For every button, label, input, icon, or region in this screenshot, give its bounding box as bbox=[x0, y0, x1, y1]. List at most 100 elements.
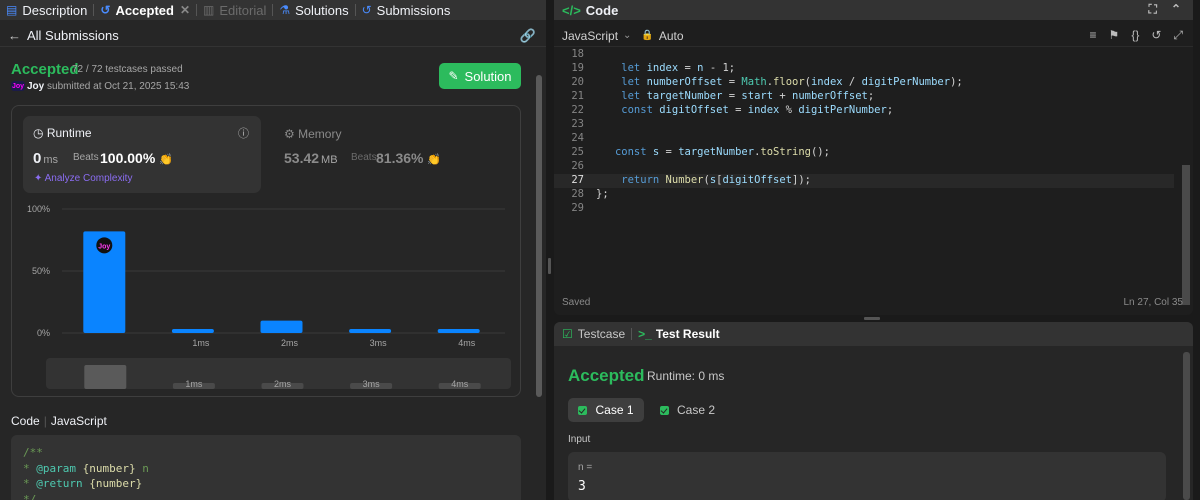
tab-solutions[interactable]: ⚗ Solutions bbox=[273, 0, 354, 20]
document-icon: ▤ bbox=[6, 3, 18, 17]
solution-button[interactable]: ✎ Solution bbox=[439, 63, 521, 89]
chart-bar bbox=[171, 329, 214, 333]
runtime-distribution-chart: 100% 50% 0% Joy 1ms 2ms 3ms 4ms 1ms 2ms 3ms 4ms bbox=[27, 204, 511, 389]
memory-tab[interactable]: ⚙ Memory bbox=[284, 127, 341, 141]
code-line: * @return {number} bbox=[23, 477, 143, 490]
tab-submissions[interactable]: ↺ Submissions bbox=[356, 0, 457, 20]
runtime-card[interactable]: ◷ Runtime ⓘ 0 ms Beats 100.00% 👏 ✦ Analyz… bbox=[23, 116, 261, 193]
editor-title: Code bbox=[585, 2, 619, 18]
test-panel-scrollbar[interactable] bbox=[1183, 352, 1190, 500]
clap-icon: 👏 bbox=[427, 154, 442, 166]
line-number: 21 bbox=[571, 90, 584, 102]
code-editor[interactable]: 18 19 let index = n - 1; 20 let numberOf… bbox=[554, 48, 1193, 218]
minimap-bar bbox=[84, 365, 127, 389]
reset-icon[interactable]: ↺ bbox=[1151, 28, 1161, 43]
test-panel-header: ☑ Testcase >_ Test Result bbox=[554, 322, 1193, 346]
runtime-value: 0 ms bbox=[33, 150, 59, 167]
test-panel: ☑ Testcase >_ Test Result Accepted Runtim… bbox=[554, 322, 1193, 500]
auto-mode[interactable]: Auto bbox=[659, 29, 684, 43]
tab-accepted[interactable]: ↺ Accepted ✕ bbox=[94, 0, 196, 20]
test-result-status: Accepted bbox=[568, 366, 645, 385]
minimap-label: 3ms bbox=[363, 379, 381, 389]
language-select[interactable]: JavaScript bbox=[562, 29, 618, 43]
book-icon: ▥ bbox=[203, 3, 215, 17]
runtime-label: ◷ Runtime bbox=[33, 126, 92, 140]
check-icon bbox=[578, 405, 588, 415]
case-1-button[interactable]: Case 1 bbox=[568, 398, 644, 422]
scrollbar[interactable] bbox=[536, 75, 542, 397]
braces-icon[interactable]: {} bbox=[1131, 28, 1139, 43]
code-language: JavaScript bbox=[50, 414, 107, 428]
code-text: return Number(s[digitOffset]); bbox=[596, 174, 811, 186]
memory-value: 53.42 MB bbox=[284, 150, 338, 166]
maximize-icon[interactable]: ⛶ bbox=[1149, 2, 1157, 17]
input-value: 3 bbox=[578, 479, 586, 494]
line-number: 26 bbox=[571, 160, 584, 172]
analyze-complexity-link[interactable]: ✦ Analyze Complexity bbox=[34, 173, 132, 184]
tab-test-result[interactable]: >_ Test Result bbox=[638, 327, 719, 341]
tab-label: Solutions bbox=[295, 2, 349, 18]
runtime-beats-label: Beats bbox=[73, 152, 99, 163]
all-submissions-link[interactable]: All Submissions bbox=[27, 28, 119, 43]
line-number: 23 bbox=[571, 118, 584, 130]
tab-testcase[interactable]: Testcase bbox=[578, 327, 625, 341]
editor-line: 26 bbox=[554, 160, 1174, 174]
cursor-position: Ln 27, Col 35 bbox=[1123, 297, 1184, 308]
minimap-label: 4ms bbox=[451, 379, 469, 389]
tab-description[interactable]: ▤ Description bbox=[0, 0, 93, 20]
left-panel: ▤ Description ↺ Accepted ✕ ▥ Editorial ⚗… bbox=[0, 0, 546, 500]
code-editor-panel: </> Code ⛶ ⌃ JavaScript ⌄ 🔒 Auto ≡ ⚑ {} … bbox=[554, 0, 1193, 315]
chevron-down-icon[interactable]: ⌄ bbox=[623, 30, 631, 41]
format-icon[interactable]: ≡ bbox=[1090, 28, 1097, 43]
history-icon: ↺ bbox=[361, 3, 372, 17]
submission-status: Accepted bbox=[11, 61, 79, 78]
flask-icon: ⚗ bbox=[279, 3, 291, 17]
close-icon[interactable]: ✕ bbox=[180, 3, 190, 17]
arrow-left-icon[interactable]: ← bbox=[8, 28, 21, 43]
y-tick-label: 100% bbox=[27, 204, 50, 214]
info-icon[interactable]: ⓘ bbox=[238, 125, 249, 141]
solution-button-label: Solution bbox=[464, 68, 512, 84]
problem-tabbar: ▤ Description ↺ Accepted ✕ ▥ Editorial ⚗… bbox=[0, 0, 546, 20]
avatar-marker-label: Joy bbox=[98, 243, 110, 250]
line-number: 25 bbox=[571, 146, 584, 158]
case-2-button[interactable]: Case 2 bbox=[660, 398, 715, 422]
code-icon: </> bbox=[562, 2, 581, 18]
submitter-info: Joy submitted at Oct 21, 2025 15:43 bbox=[27, 81, 189, 92]
tab-editorial[interactable]: ▥ Editorial bbox=[197, 0, 272, 20]
checkbox-icon: ☑ bbox=[562, 327, 573, 341]
x-tick-label: 1ms bbox=[192, 338, 210, 348]
fullscreen-icon[interactable]: ⤢ bbox=[1173, 28, 1183, 43]
input-label: Input bbox=[568, 434, 591, 445]
tab-label: Editorial bbox=[219, 2, 267, 18]
submitted-code: /** * @param {number} n * @return {numbe… bbox=[11, 435, 521, 500]
memory-beats-label: Beats bbox=[351, 152, 377, 163]
line-number: 22 bbox=[571, 104, 584, 116]
editor-line: 22 const digitOffset = index % digitPerN… bbox=[554, 104, 1174, 118]
editor-scrollbar[interactable] bbox=[1182, 165, 1190, 305]
chart-bar bbox=[349, 329, 392, 333]
runtime-beats-pct: 100.00% 👏 bbox=[100, 150, 173, 166]
tab-label: Description bbox=[22, 2, 88, 18]
x-tick-label: 3ms bbox=[370, 338, 388, 348]
editor-toolbar: JavaScript ⌄ 🔒 Auto ≡ ⚑ {} ↺ ⤢ bbox=[554, 25, 1193, 47]
chevron-up-icon[interactable]: ⌃ bbox=[1171, 2, 1181, 17]
input-name: n = bbox=[578, 462, 593, 473]
editor-line: 20 let numberOffset = Math.floor(index /… bbox=[554, 76, 1174, 90]
tab-label: Submissions bbox=[376, 2, 451, 18]
vertical-resize-handle[interactable] bbox=[546, 0, 554, 500]
code-text: let index = n - 1; bbox=[596, 62, 736, 74]
avatar[interactable]: Joy bbox=[11, 81, 25, 91]
minimap-label: 2ms bbox=[274, 379, 292, 389]
line-number: 19 bbox=[571, 62, 584, 74]
chart-bar bbox=[437, 329, 480, 333]
username[interactable]: Joy bbox=[27, 81, 44, 92]
bookmark-icon[interactable]: ⚑ bbox=[1109, 28, 1120, 43]
editor-line: 29 bbox=[554, 202, 1174, 216]
code-text: let numberOffset = Math.floor(index / di… bbox=[596, 76, 963, 88]
code-text: let targetNumber = start + numberOffset; bbox=[596, 90, 875, 102]
save-status: Saved bbox=[562, 297, 591, 308]
line-number: 27 bbox=[571, 174, 584, 186]
horizontal-resize-handle[interactable] bbox=[554, 315, 1193, 322]
link-icon[interactable]: 🔗 bbox=[520, 28, 536, 44]
